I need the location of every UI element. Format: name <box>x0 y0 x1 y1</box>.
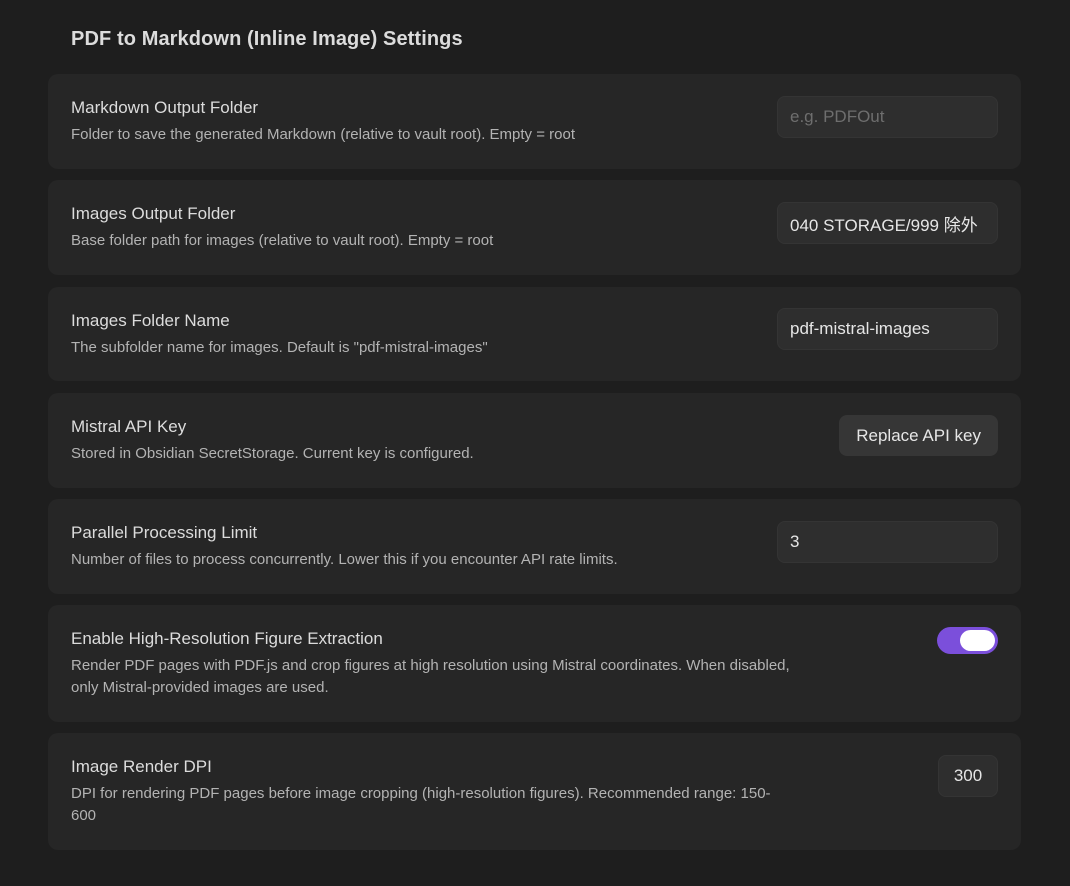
setting-description: Base folder path for images (relative to… <box>71 232 494 249</box>
image-render-dpi-input[interactable] <box>938 755 998 797</box>
markdown-output-folder-input[interactable] <box>777 96 998 138</box>
setting-description: Render PDF pages with PDF.js and crop fi… <box>71 655 931 699</box>
setting-description: Number of files to process concurrently.… <box>71 551 618 568</box>
setting-name: Images Output Folder <box>71 204 236 223</box>
setting-images-folder-name: Images Folder Name The subfolder name fo… <box>48 287 1021 381</box>
setting-name: Image Render DPI <box>71 757 212 776</box>
toggle-knob <box>960 630 995 651</box>
setting-description-line: DPI for rendering PDF pages before image… <box>71 785 771 802</box>
setting-name: Mistral API Key <box>71 417 187 436</box>
images-output-folder-input[interactable] <box>777 202 998 244</box>
setting-description-line: only Mistral-provided images are used. <box>71 679 329 696</box>
high-resolution-toggle[interactable] <box>937 627 998 654</box>
images-folder-name-input[interactable] <box>777 308 998 350</box>
setting-mistral-api-key: Mistral API Key Stored in Obsidian Secre… <box>48 393 1021 488</box>
setting-name: Markdown Output Folder <box>71 98 259 117</box>
setting-description: Stored in Obsidian SecretStorage. Curren… <box>71 445 474 462</box>
setting-high-resolution-extraction: Enable High-Resolution Figure Extraction… <box>48 605 1021 722</box>
setting-markdown-output-folder: Markdown Output Folder Folder to save th… <box>48 74 1021 169</box>
setting-image-render-dpi: Image Render DPI DPI for rendering PDF p… <box>48 733 1021 850</box>
setting-description-line: Render PDF pages with PDF.js and crop fi… <box>71 657 790 674</box>
setting-name: Parallel Processing Limit <box>71 523 258 542</box>
replace-api-key-button[interactable]: Replace API key <box>839 415 998 456</box>
setting-description: The subfolder name for images. Default i… <box>71 339 488 356</box>
setting-images-output-folder: Images Output Folder Base folder path fo… <box>48 180 1021 275</box>
settings-page: PDF to Markdown (Inline Image) Settings … <box>0 0 1070 886</box>
setting-name: Images Folder Name <box>71 311 230 330</box>
page-title: PDF to Markdown (Inline Image) Settings <box>71 28 463 50</box>
setting-name: Enable High-Resolution Figure Extraction <box>71 629 383 648</box>
setting-description-line: 600 <box>71 807 97 824</box>
parallel-processing-limit-input[interactable] <box>777 521 998 563</box>
setting-description: DPI for rendering PDF pages before image… <box>71 783 931 827</box>
setting-description: Folder to save the generated Markdown (r… <box>71 126 575 143</box>
setting-parallel-processing-limit: Parallel Processing Limit Number of file… <box>48 499 1021 594</box>
